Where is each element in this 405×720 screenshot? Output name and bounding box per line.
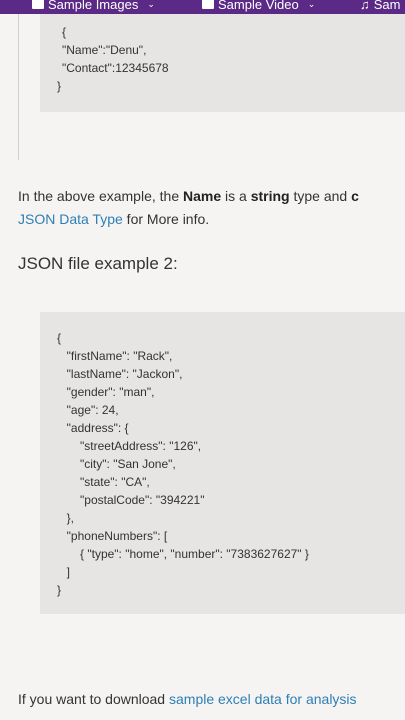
left-border-line [18,14,19,160]
chevron-down-icon: ⌄ [147,0,155,9]
code-block-1: { "Name":"Denu", "Contact":12345678 } [40,14,405,112]
code-line: { [62,25,67,39]
top-navigation-bar: Sample Images ⌄ Sample Video ⌄ ♫ Sam [0,0,405,14]
download-paragraph: If you want to download sample excel dat… [18,691,357,707]
paragraph-text: is a [221,188,251,204]
code-line: "streetAddress": "126", [60,439,202,453]
paragraph-text: type and [289,188,352,204]
json-data-type-link[interactable]: JSON Data Type [18,211,123,227]
paragraph-text: for More info. [122,211,210,227]
paragraph-text: If you want to download [18,691,169,707]
description-paragraph-line2: JSON Data Type for More info. [18,211,209,227]
code-line: { "type": "home", "number": "7383627627"… [60,547,309,561]
code-line: "gender": "man", [60,385,155,399]
code-line: "age": 24, [60,403,119,417]
code-line: "postalCode": "394221" [60,493,205,507]
bold-term: string [250,188,290,204]
code-block-2: { "firstName": "Rack", "lastName": "Jack… [40,312,405,614]
code-line: } [57,583,62,597]
sample-excel-data-link[interactable]: sample excel data for analysis [169,691,357,707]
section-heading: JSON file example 2: [18,254,178,273]
code-line: "Name":"Denu", [62,43,147,57]
code-line: "lastName": "Jackon", [60,367,183,381]
video-icon [202,0,214,9]
chevron-down-icon: ⌄ [307,0,316,9]
nav-item-sample-images[interactable]: Sample Images ⌄ [32,0,155,13]
music-icon: ♫ [360,0,370,12]
code-line: ] [60,565,71,579]
nav-item-label: Sample Video [218,0,299,12]
code-line: } [57,79,62,93]
description-paragraph: In the above example, the Name is a stri… [18,188,359,204]
paragraph-text: In the above example, the [18,188,183,204]
nav-item-sample-audio[interactable]: ♫ Sam [360,0,400,13]
bold-term: c [351,188,359,204]
code-line: }, [60,511,75,525]
code-line: { [57,331,62,345]
code-line: "address": { [60,421,129,435]
bold-term: Name [183,188,222,204]
nav-item-label: Sample Images [48,0,139,12]
image-icon [32,0,44,9]
code-line: "state": "CA", [60,475,150,489]
nav-item-label: Sam [373,0,401,12]
code-line: "Contact":12345678 [62,61,169,75]
code-line: "city": "San Jone", [60,457,176,471]
code-line: "firstName": "Rack", [60,349,173,363]
nav-item-sample-video[interactable]: Sample Video ⌄ [202,0,315,13]
code-line: "phoneNumbers": [ [60,529,168,543]
